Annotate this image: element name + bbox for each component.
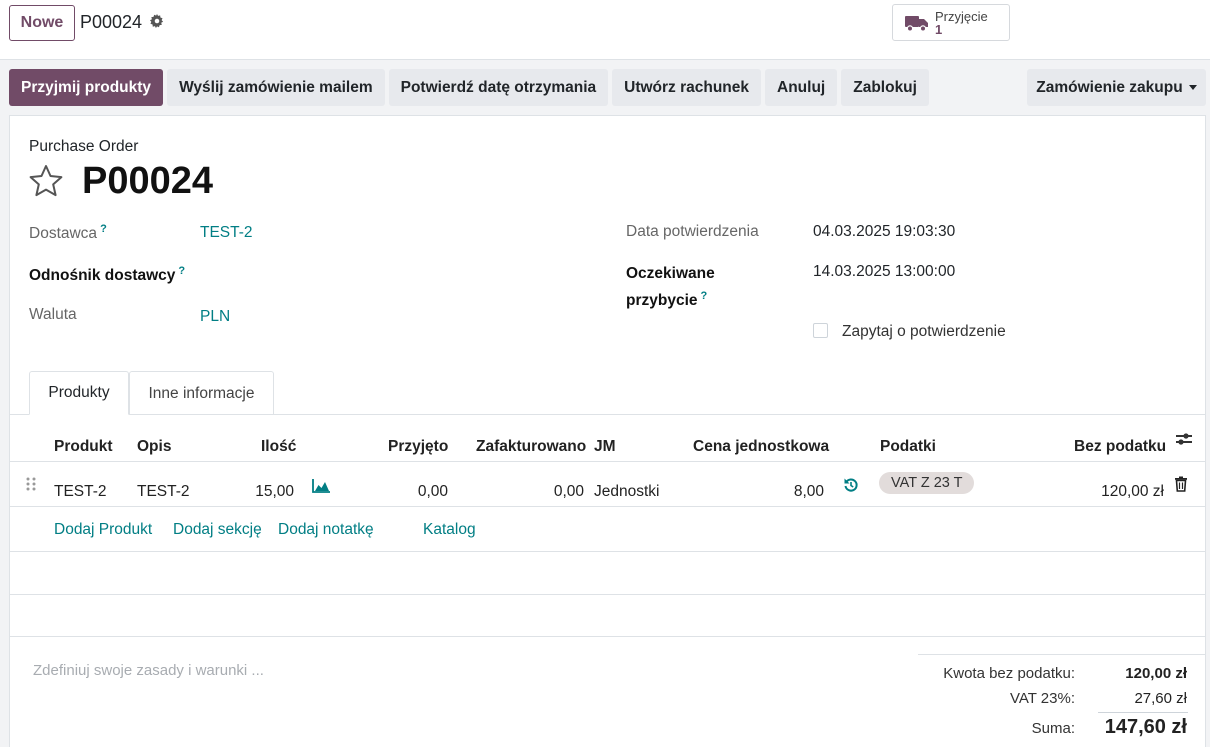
send-email-button[interactable]: Wyślij zamówienie mailem — [167, 69, 385, 106]
cell-unit-price[interactable]: 8,00 — [730, 483, 824, 501]
help-icon[interactable]: ? — [178, 265, 185, 277]
column-header-uom[interactable]: JM — [594, 438, 616, 456]
breadcrumb-title: P00024 — [80, 12, 143, 32]
vat-label: VAT 23%: — [1009, 690, 1075, 707]
receipt-label: Przyjęcie — [935, 8, 988, 24]
terms-and-conditions-input[interactable]: Zdefiniuj swoje zasady i warunki ... — [33, 662, 264, 679]
untaxed-amount-value: 120,00 zł — [1125, 665, 1187, 682]
divider — [10, 506, 1205, 507]
total-value: 147,60 zł — [1104, 716, 1187, 738]
divider — [918, 654, 1205, 655]
status-dropdown[interactable]: Zamówienie zakupu — [1027, 69, 1206, 106]
confirm-date-button[interactable]: Potwierdź datę otrzymania — [388, 69, 609, 106]
divider — [10, 636, 1205, 637]
drag-handle-icon[interactable] — [25, 476, 37, 492]
reset-price-icon[interactable] — [843, 477, 859, 493]
vendor-reference-label: Odnośnik dostawcy? — [29, 265, 186, 285]
add-note-link[interactable]: Dodaj notatkę — [278, 521, 374, 539]
confirmation-date-field[interactable]: 04.03.2025 19:03:30 — [813, 223, 955, 241]
forecast-chart-icon[interactable] — [312, 478, 331, 493]
untaxed-amount-label: Kwota bez podatku: — [943, 665, 1075, 682]
column-header-received[interactable]: Przyjęto — [388, 438, 448, 456]
help-icon[interactable]: ? — [100, 223, 107, 235]
currency-label: Waluta — [29, 306, 77, 323]
tab-products[interactable]: Produkty — [29, 371, 129, 415]
divider — [10, 594, 1205, 595]
lock-button[interactable]: Zablokuj — [841, 69, 929, 106]
expected-arrival-label: Oczekiwane przybycie? — [626, 265, 715, 310]
cell-quantity[interactable]: 15,00 — [230, 483, 294, 501]
form-sheet: Purchase Order P00024 Dostawca? TEST-2 O… — [9, 115, 1206, 747]
receipt-smart-button[interactable]: Przyjęcie 1 — [892, 4, 1010, 41]
ask-confirmation-label: Zapytaj o potwierdzenie — [842, 323, 1006, 340]
divider — [1098, 712, 1188, 713]
star-icon[interactable] — [28, 163, 64, 199]
column-header-taxes[interactable]: Podatki — [880, 438, 936, 456]
truck-icon — [905, 15, 928, 32]
vat-value: 27,60 zł — [1134, 690, 1187, 707]
column-header-quantity[interactable]: Ilość — [261, 438, 296, 456]
cell-subtotal[interactable]: 120,00 zł — [1050, 483, 1164, 501]
cancel-button[interactable]: Anuluj — [765, 69, 838, 106]
add-product-link[interactable]: Dodaj Produkt — [54, 521, 152, 539]
expected-arrival-field[interactable]: 14.03.2025 13:00:00 — [813, 263, 955, 281]
receive-products-button[interactable]: Przyjmij produkty — [9, 69, 164, 106]
vendor-field[interactable]: TEST-2 — [200, 224, 253, 242]
notebook-tabs: Produkty Inne informacje — [10, 371, 1205, 415]
document-type: Purchase Order — [29, 138, 139, 155]
catalog-link[interactable]: Katalog — [423, 521, 476, 539]
cell-received[interactable]: 0,00 — [370, 483, 448, 501]
column-header-product[interactable]: Produkt — [54, 438, 113, 456]
divider — [10, 461, 1205, 462]
help-icon[interactable]: ? — [701, 290, 708, 302]
action-buttons: Przyjmij produkty Wyślij zamówienie mail… — [9, 69, 929, 106]
tab-other-info[interactable]: Inne informacje — [129, 371, 274, 415]
page-title: P00024 — [82, 160, 214, 202]
confirmation-date-label: Data potwierdzenia — [626, 223, 759, 240]
currency-field[interactable]: PLN — [200, 308, 230, 326]
add-section-link[interactable]: Dodaj sekcję — [173, 521, 262, 539]
cell-uom[interactable]: Jednostki — [594, 483, 659, 501]
tax-tag[interactable]: VAT Z 23 T — [879, 472, 975, 494]
column-header-unit-price[interactable]: Cena jednostkowa — [693, 438, 829, 456]
create-bill-button[interactable]: Utwórz rachunek — [612, 69, 762, 106]
divider — [10, 551, 1205, 552]
total-label: Suma: — [1031, 720, 1075, 737]
column-header-subtotal[interactable]: Bez podatku — [1074, 438, 1166, 456]
cell-description[interactable]: TEST-2 — [137, 483, 190, 501]
vendor-reference-input[interactable] — [200, 262, 580, 286]
receipt-count: 1 — [935, 21, 943, 37]
status-label: Zamówienie zakupu — [1036, 78, 1183, 96]
new-button[interactable]: Nowe — [9, 5, 75, 41]
gear-icon[interactable] — [150, 14, 164, 28]
ask-confirmation-checkbox[interactable] — [813, 323, 828, 338]
vendor-label: Dostawca? — [29, 223, 107, 243]
cell-invoiced[interactable]: 0,00 — [480, 483, 584, 501]
column-header-description[interactable]: Opis — [137, 438, 171, 456]
control-panel: Nowe P00024 Przyjęcie 1 — [0, 0, 1210, 60]
caret-down-icon — [1188, 85, 1197, 90]
trash-icon[interactable] — [1174, 476, 1188, 492]
cell-product[interactable]: TEST-2 — [54, 483, 107, 501]
column-header-invoiced[interactable]: Zafakturowano — [476, 438, 586, 456]
optional-columns-icon[interactable] — [1175, 431, 1193, 447]
